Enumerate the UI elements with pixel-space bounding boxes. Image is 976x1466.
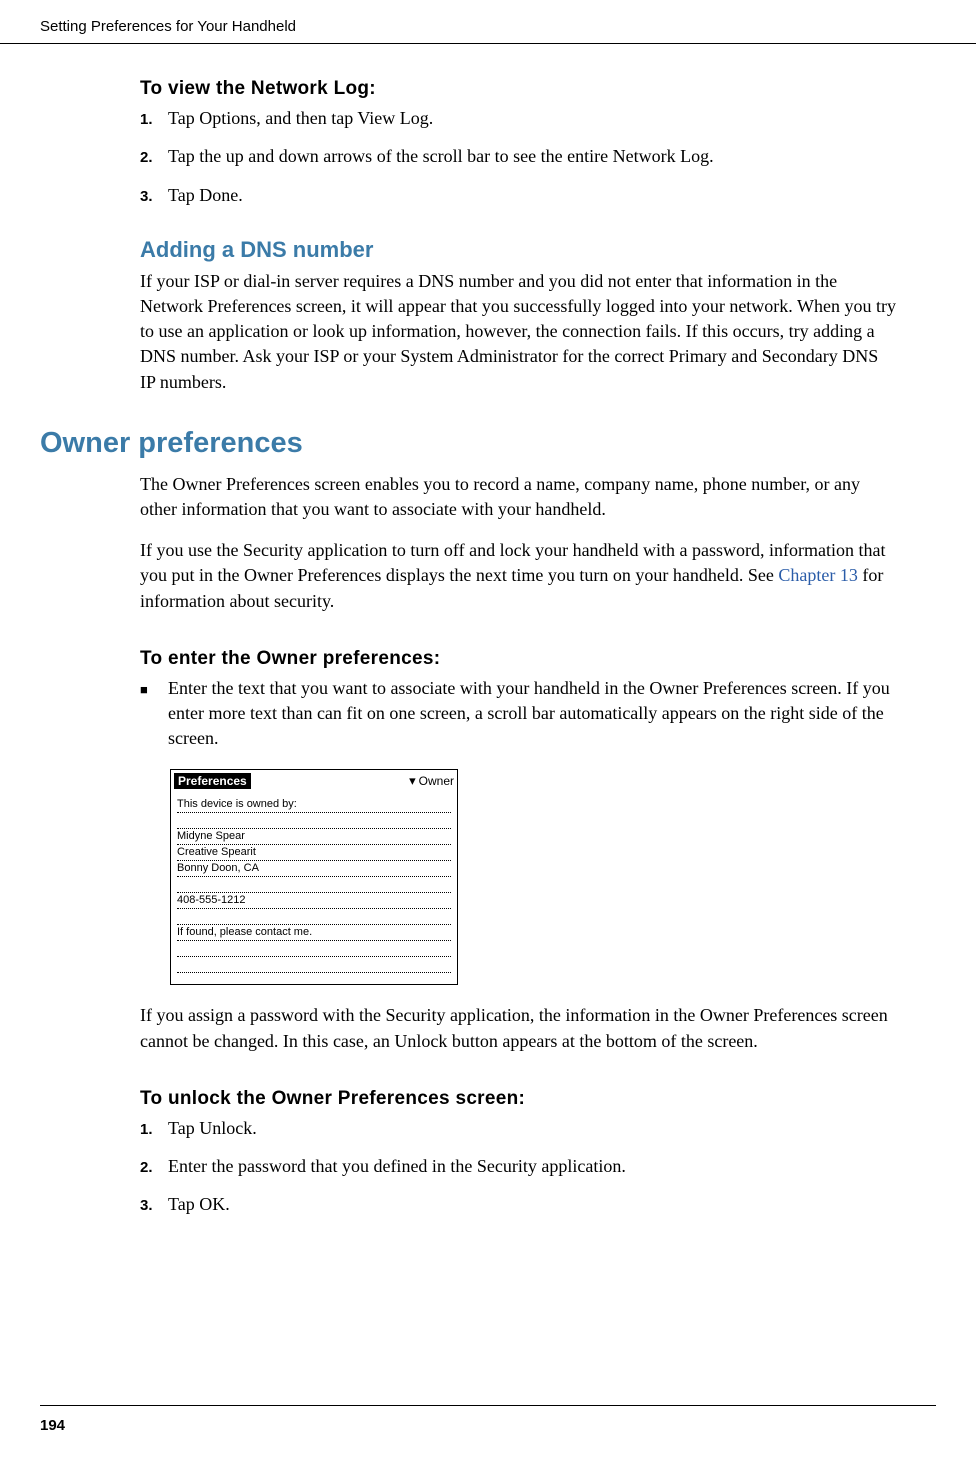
- prefs-title: Preferences: [174, 773, 251, 789]
- step-number: 2.: [140, 1158, 168, 1178]
- step-number: 1.: [140, 1120, 168, 1140]
- step-text: Tap Done.: [168, 183, 896, 207]
- owner-body-2a: If you use the Security application to t…: [140, 540, 886, 585]
- pref-line: Creative Spearit: [177, 845, 451, 861]
- step-item: 1.Tap Options, and then tap View Log.: [140, 106, 896, 130]
- prefs-text-area[interactable]: This device is owned by: Midyne Spear Cr…: [174, 795, 454, 975]
- heading-view-network-log: To view the Network Log:: [140, 78, 896, 100]
- page-number: 194: [40, 1417, 65, 1434]
- step-text: Tap Options, and then tap View Log.: [168, 106, 896, 130]
- step-text: Tap OK.: [168, 1192, 896, 1216]
- pref-line: 408-555-1212: [177, 893, 451, 909]
- heading-unlock-owner-prefs: To unlock the Owner Preferences screen:: [140, 1088, 896, 1110]
- owner-body-2: If you use the Security application to t…: [140, 538, 896, 614]
- unlock-steps: 1.Tap Unlock. 2.Enter the password that …: [140, 1116, 896, 1217]
- pref-line: This device is owned by:: [177, 797, 451, 813]
- pref-line: If found, please contact me.: [177, 925, 451, 941]
- owner-body-1: The Owner Preferences screen enables you…: [140, 472, 896, 522]
- owner-prefs-screenshot: Preferences Owner This device is owned b…: [170, 769, 458, 985]
- pref-line: [177, 813, 451, 829]
- step-item: 2.Tap the up and down arrows of the scro…: [140, 144, 896, 168]
- prefs-dropdown[interactable]: Owner: [409, 773, 454, 789]
- footer-rule: [40, 1405, 936, 1406]
- chapter-link[interactable]: Chapter 13: [778, 565, 857, 585]
- heading-enter-owner-prefs: To enter the Owner preferences:: [140, 648, 896, 670]
- pref-line: Midyne Spear: [177, 829, 451, 845]
- bullet-item: ■Enter the text that you want to associa…: [140, 676, 896, 752]
- step-text: Tap the up and down arrows of the scroll…: [168, 144, 896, 168]
- pref-line: Bonny Doon, CA: [177, 861, 451, 877]
- main-content: To view the Network Log: 1.Tap Options, …: [0, 78, 976, 1217]
- owner-bullet-list: ■Enter the text that you want to associa…: [140, 676, 896, 752]
- prefs-title-bar: Preferences Owner: [174, 773, 454, 789]
- page-header: Setting Preferences for Your Handheld: [0, 0, 976, 44]
- dns-body: If your ISP or dial-in server requires a…: [140, 269, 896, 395]
- bullet-icon: ■: [140, 681, 168, 699]
- step-text: Tap Unlock.: [168, 1116, 896, 1140]
- pref-line: [177, 941, 451, 957]
- step-item: 3.Tap OK.: [140, 1192, 896, 1216]
- step-item: 1.Tap Unlock.: [140, 1116, 896, 1140]
- step-number: 3.: [140, 1196, 168, 1216]
- step-item: 2.Enter the password that you defined in…: [140, 1154, 896, 1178]
- step-number: 1.: [140, 110, 168, 130]
- step-item: 3.Tap Done.: [140, 183, 896, 207]
- pref-line: [177, 877, 451, 893]
- step-number: 2.: [140, 148, 168, 168]
- pref-line: [177, 957, 451, 973]
- step-text: Enter the password that you defined in t…: [168, 1154, 896, 1178]
- heading-adding-dns: Adding a DNS number: [140, 237, 896, 263]
- heading-owner-preferences: Owner preferences: [40, 427, 896, 460]
- step-number: 3.: [140, 187, 168, 207]
- password-body: If you assign a password with the Securi…: [140, 1003, 896, 1053]
- bullet-text: Enter the text that you want to associat…: [168, 676, 896, 752]
- network-log-steps: 1.Tap Options, and then tap View Log. 2.…: [140, 106, 896, 207]
- pref-line: [177, 909, 451, 925]
